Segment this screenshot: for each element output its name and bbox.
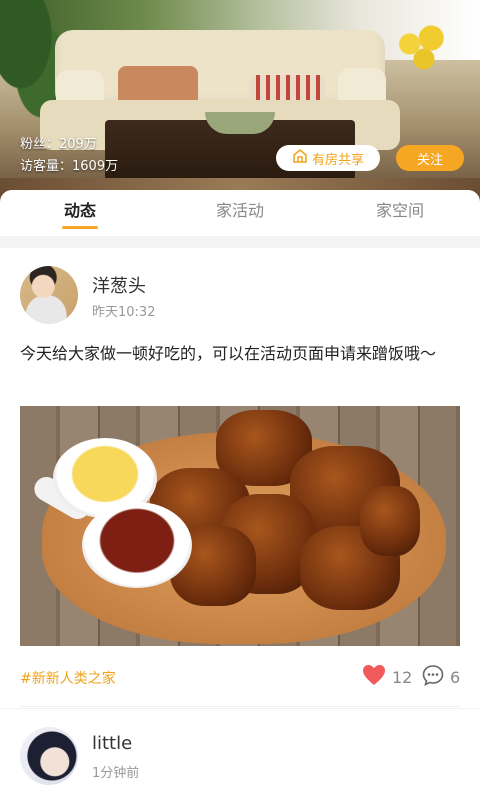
- tab-home-activities[interactable]: 家活动: [160, 190, 320, 236]
- post-username[interactable]: 洋葱头: [92, 272, 146, 298]
- divider: [20, 706, 460, 707]
- post-username[interactable]: little: [92, 733, 132, 754]
- feed-post[interactable]: 洋葱头 昨天10:32 今天给大家做一顿好吃的，可以在活动页面申请来蹭饭哦～ #…: [0, 248, 480, 708]
- profile-tabs: 动态 家活动 家空间: [0, 190, 480, 236]
- post-timestamp: 1分钟前: [92, 766, 140, 781]
- tab-home-space[interactable]: 家空间: [320, 190, 480, 236]
- share-house-label: 有房共享: [311, 152, 364, 168]
- fans-count: 粉丝：209万: [20, 137, 97, 152]
- comment-bubble-icon: [422, 664, 444, 690]
- profile-stats: 粉丝：209万 访客量：1609万: [20, 134, 118, 178]
- like-button[interactable]: 12: [362, 664, 412, 690]
- avatar[interactable]: [20, 727, 78, 785]
- comment-button[interactable]: 6: [422, 664, 460, 690]
- follow-button[interactable]: 关注: [396, 145, 464, 171]
- profile-cover-image: [0, 0, 480, 212]
- tab-dynamics[interactable]: 动态: [0, 190, 160, 236]
- visitor-count: 访客量：1609万: [20, 159, 119, 174]
- post-topic-tag[interactable]: #新新人类之家: [20, 668, 116, 688]
- post-image[interactable]: [20, 406, 460, 646]
- house-icon: [292, 148, 308, 168]
- comment-count: 6: [450, 667, 461, 687]
- like-count: 12: [392, 667, 413, 687]
- feed-post[interactable]: little 1分钟前: [0, 709, 480, 800]
- avatar[interactable]: [20, 266, 78, 324]
- post-timestamp: 昨天10:32: [92, 305, 156, 320]
- post-text: 今天给大家做一顿好吃的，可以在活动页面申请来蹭饭哦～: [20, 344, 437, 363]
- heart-icon: [362, 664, 386, 690]
- share-house-button[interactable]: 有房共享: [276, 145, 380, 171]
